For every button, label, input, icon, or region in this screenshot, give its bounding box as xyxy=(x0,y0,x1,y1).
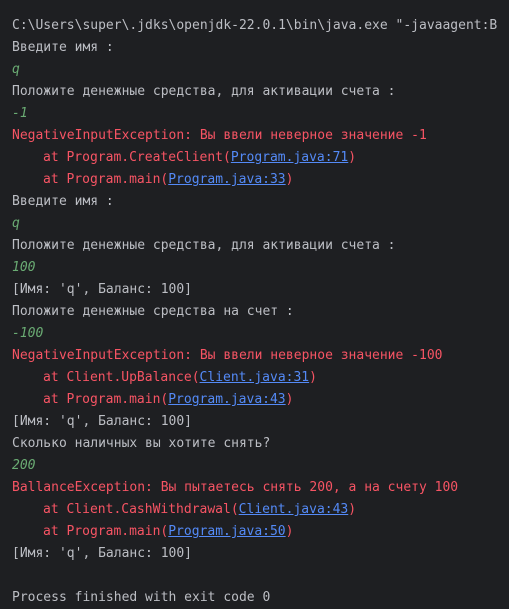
stack-trace-line: at Program.main(Program.java:43) xyxy=(12,389,509,411)
source-link[interactable]: Client.java:43 xyxy=(239,502,349,517)
source-link[interactable]: Program.java:33 xyxy=(168,172,285,187)
prompt-name: Введите имя : xyxy=(12,40,114,55)
exit-message: Process finished with exit code 0 xyxy=(12,590,271,605)
source-link[interactable]: Program.java:50 xyxy=(168,524,285,539)
balance-output: [Имя: 'q', Баланс: 100] xyxy=(12,546,193,561)
source-link[interactable]: Program.java:71 xyxy=(231,150,348,165)
user-input-name: q xyxy=(12,216,20,231)
stack-trace-method: at Program.CreateClient( xyxy=(43,150,231,165)
prompt-withdraw: Сколько наличных вы хотите снять? xyxy=(12,436,271,451)
exception-message: BallanceException: Вы пытаетесь снять 20… xyxy=(12,480,459,495)
user-input-withdraw: 200 xyxy=(12,458,36,473)
exception-message: NegativeInputException: Вы ввели неверно… xyxy=(12,348,443,363)
stack-trace-suffix: ) xyxy=(285,524,294,539)
stack-trace-line: at Program.main(Program.java:50) xyxy=(12,521,509,543)
stack-trace-line: at Client.UpBalance(Client.java:31) xyxy=(12,367,509,389)
prompt-deposit: Положите денежные средства, для активаци… xyxy=(12,238,396,253)
stack-trace-suffix: ) xyxy=(309,370,317,385)
prompt-deposit: Положите денежные средства, для активаци… xyxy=(12,84,396,99)
stack-trace-method: at Program.main( xyxy=(43,524,169,539)
source-link[interactable]: Client.java:31 xyxy=(200,370,310,385)
balance-output: [Имя: 'q', Баланс: 100] xyxy=(12,414,193,429)
stack-trace-line: at Program.main(Program.java:33) xyxy=(12,169,509,191)
stack-trace-suffix: ) xyxy=(348,150,357,165)
prompt-topup: Положите денежные средства на счет : xyxy=(12,304,294,319)
source-link[interactable]: Program.java:43 xyxy=(168,392,285,407)
stack-trace-method: at Client.UpBalance( xyxy=(43,370,200,385)
run-console-output[interactable]: C:\Users\super\.jdks\openjdk-22.0.1\bin\… xyxy=(12,15,509,609)
stack-trace-method: at Program.main( xyxy=(43,392,169,407)
stack-trace-suffix: ) xyxy=(285,392,294,407)
exception-message: NegativeInputException: Вы ввели неверно… xyxy=(12,128,427,143)
stack-trace-line: at Program.CreateClient(Program.java:71) xyxy=(12,147,509,169)
stack-trace-suffix: ) xyxy=(285,172,294,187)
user-input-deposit: -1 xyxy=(12,106,28,121)
user-input-name: q xyxy=(12,62,20,77)
command-line: C:\Users\super\.jdks\openjdk-22.0.1\bin\… xyxy=(12,18,498,33)
stack-trace-method: at Client.CashWithdrawal( xyxy=(43,502,239,517)
user-input-topup: -100 xyxy=(12,326,44,341)
balance-output: [Имя: 'q', Баланс: 100] xyxy=(12,282,193,297)
stack-trace-line: at Client.CashWithdrawal(Client.java:43) xyxy=(12,499,509,521)
user-input-deposit: 100 xyxy=(12,260,36,275)
prompt-name: Введите имя : xyxy=(12,194,114,209)
stack-trace-suffix: ) xyxy=(348,502,357,517)
stack-trace-method: at Program.main( xyxy=(43,172,169,187)
